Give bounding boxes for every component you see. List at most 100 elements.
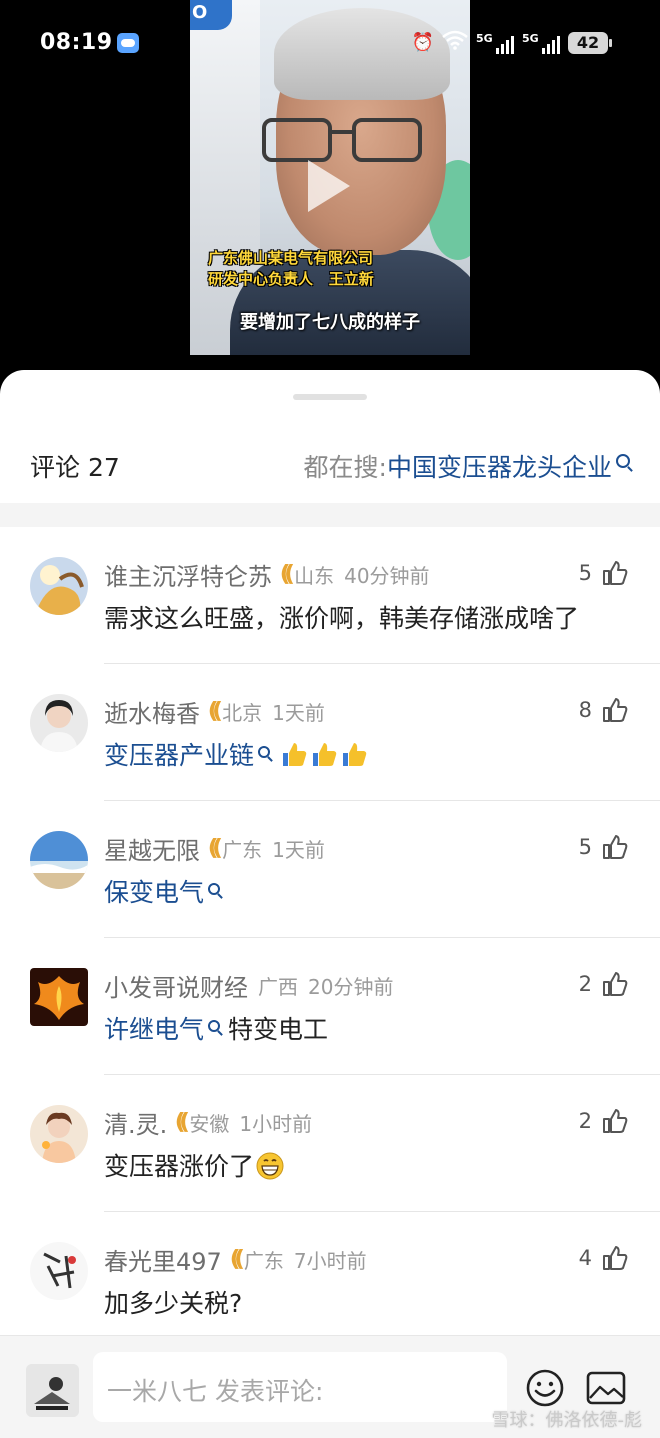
comment-text: 需求这么旺盛，涨价啊，韩美存储涨成啥了 (104, 604, 580, 633)
status-time: 08:19 (40, 30, 113, 55)
person-glasses (256, 118, 456, 168)
comment-header-line: 逝水梅香 (( 北京 1天前 (104, 694, 325, 729)
avatar[interactable] (30, 1105, 88, 1163)
comment-input[interactable]: 一米八七 发表评论: (93, 1352, 507, 1422)
like-button[interactable]: 5 (579, 561, 628, 585)
like-count: 2 (578, 1109, 592, 1133)
comment-time: 1天前 (272, 838, 325, 862)
avatar[interactable] (30, 968, 88, 1026)
badge-icon: (( (207, 699, 224, 724)
comment-input-bar: 一米八七 发表评论: 雪球：佛洛依德-彪 (0, 1335, 660, 1438)
comment-input-placeholder: 一米八七 发表评论: (107, 1377, 324, 1406)
like-count: 5 (578, 835, 592, 859)
avatar[interactable] (30, 831, 88, 889)
comment-text: 变压器产业链 (104, 736, 368, 772)
comment-item[interactable]: 谁主沉浮特仑苏 (( 山东 40分钟前 需求这么旺盛，涨价啊，韩美存储涨成啥了 … (0, 527, 660, 664)
search-icon (616, 454, 630, 468)
like-count: 8 (578, 698, 592, 722)
play-icon[interactable] (308, 160, 350, 212)
thumb-up-icon (602, 1109, 628, 1133)
comment-text: 许继电气 特变电工 (104, 1010, 328, 1046)
commenter-name[interactable]: 小发哥说财经 (104, 968, 248, 1003)
comment-text: 保变电气 (104, 873, 221, 909)
signal-icon: 5G (476, 32, 514, 54)
signal-icon: 5G (522, 32, 560, 54)
avatar[interactable] (30, 557, 88, 615)
comment-header-line: 小发哥说财经 广西 20分钟前 (104, 968, 393, 1003)
trending-search-term[interactable]: 中国变压器龙头企业 (387, 448, 612, 484)
badge-icon: (( (207, 836, 224, 861)
my-avatar[interactable] (26, 1364, 79, 1417)
video-subtitle: 要增加了七八成的样子 (240, 312, 420, 333)
grin-emoji (256, 1152, 284, 1180)
comment-time: 1天前 (272, 701, 325, 725)
comment-location: 北京 (222, 701, 263, 725)
comment-item[interactable]: 清.灵. (( 安徽 1小时前 变压器涨价了 2 (0, 1075, 660, 1212)
search-link[interactable]: 保变电气 (104, 878, 204, 907)
commenter-name[interactable]: 清.灵. (104, 1105, 167, 1140)
avatar[interactable] (30, 1242, 88, 1300)
comment-text: 变压器涨价了 (104, 1147, 284, 1183)
commenter-name[interactable]: 谁主沉浮特仑苏 (104, 557, 272, 592)
comment-text: 加多少关税? (104, 1289, 243, 1318)
commenter-name[interactable]: 春光里497 (104, 1242, 222, 1277)
thumb-up-icon (602, 1246, 628, 1270)
like-button[interactable]: 2 (579, 972, 628, 996)
caption-company: 广东佛山某电气有限公司 (208, 249, 374, 267)
sheet-grabber[interactable] (293, 394, 367, 400)
wifi-icon (442, 30, 468, 55)
emoji-icon[interactable] (525, 1368, 565, 1408)
commenter-name[interactable]: 星越无限 (104, 831, 200, 866)
alarm-icon: ⏰ (411, 32, 434, 53)
caption-role: 研发中心负责人 王立新 (208, 270, 374, 288)
comment-time: 20分钟前 (308, 975, 394, 999)
like-button[interactable]: 5 (579, 835, 628, 859)
search-icon (258, 746, 271, 758)
watermark: 雪球：佛洛依德-彪 (491, 1410, 643, 1431)
video-area: O 广东佛山某电气有限公司 研发中心负责人 王立新 要增加了七八成的样子 08:… (0, 0, 660, 385)
comment-item[interactable]: 小发哥说财经 广西 20分钟前 许继电气 特变电工 2 (0, 938, 660, 1075)
comment-location: 广东 (222, 838, 263, 862)
battery-icon: 42 (568, 31, 612, 54)
search-link[interactable]: 变压器产业链 (104, 741, 254, 770)
comment-item[interactable]: 春光里497 (( 广东 7小时前 加多少关税? 4 (0, 1212, 660, 1349)
comment-item[interactable]: 星越无限 (( 广东 1天前 保变电气 5 (0, 801, 660, 938)
like-count: 2 (578, 972, 592, 996)
status-icons: ⏰ 5G 5G 42 (411, 30, 612, 55)
search-link[interactable]: 许继电气 (104, 1015, 204, 1044)
commenter-name[interactable]: 逝水梅香 (104, 694, 200, 729)
badge-icon: (( (174, 1110, 191, 1135)
comment-time: 7小时前 (293, 1249, 367, 1273)
comment-location: 广东 (243, 1249, 284, 1273)
comment-location: 安徽 (189, 1112, 230, 1136)
comment-time: 1小时前 (239, 1112, 313, 1136)
background-sign: O (190, 0, 232, 30)
like-button[interactable]: 2 (579, 1109, 628, 1133)
thumb-up-icon (602, 698, 628, 722)
comment-item[interactable]: 逝水梅香 (( 北京 1天前 变压器产业链 8 (0, 664, 660, 801)
like-count: 5 (578, 561, 592, 585)
badge-icon: (( (279, 562, 296, 587)
badge-icon: (( (229, 1247, 245, 1272)
like-count: 4 (578, 1246, 592, 1270)
comment-header-line: 春光里497 (( 广东 7小时前 (104, 1242, 367, 1277)
comment-header-line: 谁主沉浮特仑苏 (( 山东 40分钟前 (104, 557, 430, 592)
avatar[interactable] (30, 694, 88, 752)
comment-time: 40分钟前 (344, 564, 430, 588)
like-button[interactable]: 4 (579, 1246, 628, 1270)
section-divider (0, 503, 660, 527)
trending-search[interactable]: 都在搜: 中国变压器龙头企业 (304, 448, 630, 484)
comment-location: 山东 (294, 564, 335, 588)
weather-icon (117, 33, 139, 53)
comment-header: 评论 27 都在搜: 中国变压器龙头企业 (0, 430, 660, 500)
thumb-up-icon (602, 561, 628, 585)
like-button[interactable]: 8 (579, 698, 628, 722)
trending-search-prefix: 都在搜: (303, 453, 387, 482)
comment-location: 广西 (258, 975, 298, 999)
thumbs-up-emoji (278, 741, 368, 770)
comment-header-line: 清.灵. (( 安徽 1小时前 (104, 1105, 312, 1140)
comment-header-line: 星越无限 (( 广东 1天前 (104, 831, 325, 866)
thumb-up-icon (602, 835, 628, 859)
thumb-up-icon (602, 972, 628, 996)
image-icon[interactable] (586, 1370, 626, 1406)
